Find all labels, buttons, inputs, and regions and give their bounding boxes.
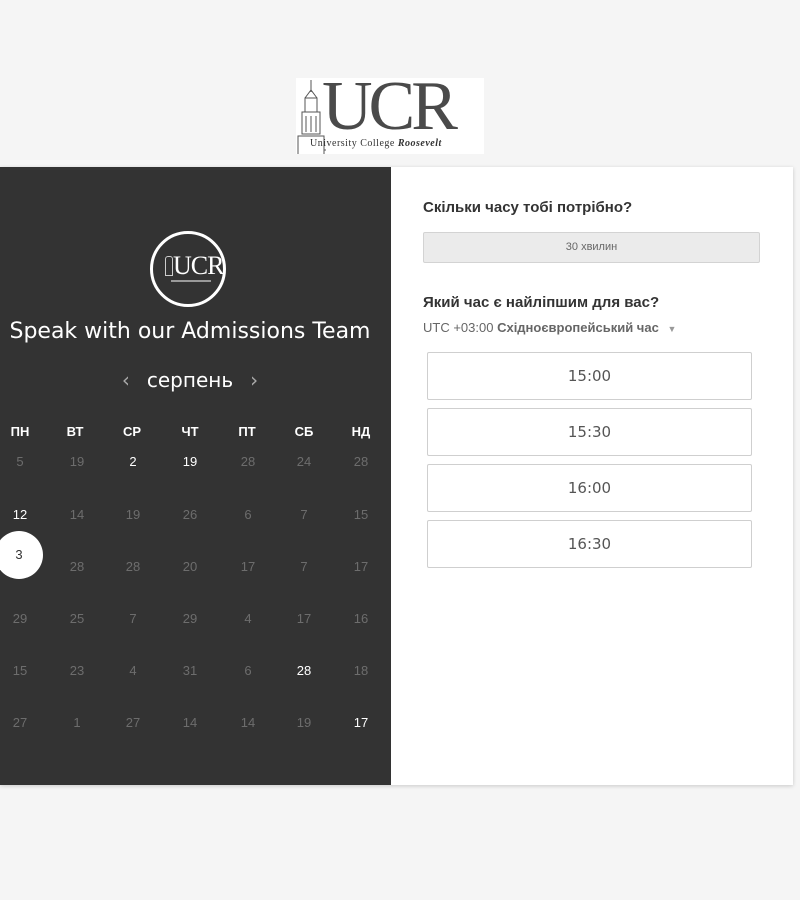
weekday-thu: ЧТ (181, 424, 199, 439)
calendar-grid: 5 19 2 19 28 24 28 12 14 19 26 6 7 15 3 … (0, 447, 391, 767)
calendar-day: 17 (296, 611, 312, 626)
weekday-sat: СБ (294, 424, 314, 439)
calendar-day: 6 (244, 663, 252, 678)
chevron-right-icon[interactable]: › (243, 370, 265, 390)
calendar-day: 18 (353, 663, 369, 678)
page-title: Speak with our Admissions Team (9, 319, 371, 344)
calendar-day: 14 (69, 507, 85, 522)
calendar-day-selected[interactable]: 3 (0, 531, 43, 579)
calendar-day: 25 (69, 611, 85, 626)
logo-subtitle: University College Roosevelt (310, 138, 442, 149)
timezone-selector[interactable]: UTC +03:00 Східноєвропейський час ▼ (423, 320, 676, 335)
calendar-day: 29 (182, 611, 198, 626)
calendar-day: 4 (244, 611, 252, 626)
time-question: Який час є найліпшим для вас? (423, 294, 660, 311)
calendar-day: 5 (16, 454, 24, 469)
calendar-day: 24 (296, 454, 312, 469)
timezone-offset: UTC +03:00 (423, 320, 494, 335)
time-slot-button[interactable]: 15:00 (427, 352, 752, 400)
scheduler-card: UCR Speak with our Admissions Team ‹ сер… (0, 167, 793, 785)
calendar-day: 28 (125, 559, 141, 574)
duration-option[interactable]: 30 хвилин (423, 232, 760, 263)
calendar-day: 7 (129, 611, 137, 626)
month-navigation: ‹ серпень › (110, 367, 270, 393)
calendar-day: 4 (129, 663, 137, 678)
calendar-day: 7 (300, 507, 308, 522)
weekday-mon: ПН (10, 424, 30, 439)
logo-subtitle-italic: Roosevelt (397, 138, 442, 149)
time-slot-button[interactable]: 15:30 (427, 408, 752, 456)
calendar-day: 28 (353, 454, 369, 469)
calendar-day-available[interactable]: 28 (284, 658, 324, 684)
calendar-day: 26 (182, 507, 198, 522)
calendar-day: 29 (12, 611, 28, 626)
calendar-day: 14 (240, 715, 256, 730)
weekday-fri: ПТ (238, 424, 256, 439)
weekday-tue: ВТ (66, 424, 84, 439)
calendar-day: 14 (182, 715, 198, 730)
calendar-day: 27 (125, 715, 141, 730)
calendar-day-available[interactable]: 17 (341, 710, 381, 736)
calendar-day-available[interactable]: 2 (113, 449, 153, 475)
time-selection-panel: Скільки часу тобі потрібно? 30 хвилин Як… (391, 167, 793, 785)
month-label: серпень (146, 368, 234, 392)
logo-subtitle-regular: University College (310, 138, 398, 149)
circle-logo-underline (171, 280, 211, 282)
calendar-panel: UCR Speak with our Admissions Team ‹ сер… (0, 167, 391, 785)
ucr-logo: UCR University College Roosevelt (296, 72, 484, 154)
calendar-day: 1 (73, 715, 81, 730)
timezone-name: Східноєвропейський час (497, 320, 659, 335)
calendar-day: 19 (69, 454, 85, 469)
calendar-day: 31 (182, 663, 198, 678)
calendar-day-available[interactable]: 19 (170, 449, 210, 475)
calendar-day: 28 (69, 559, 85, 574)
calendar-day: 15 (353, 507, 369, 522)
calendar-day: 20 (182, 559, 198, 574)
circle-logo: UCR (150, 231, 226, 307)
weekday-header: ПН ВТ СР ЧТ ПТ СБ НД (0, 424, 391, 444)
calendar-day: 28 (240, 454, 256, 469)
calendar-day: 6 (244, 507, 252, 522)
weekday-wed: СР (122, 424, 142, 439)
calendar-day: 17 (353, 559, 369, 574)
chevron-left-icon[interactable]: ‹ (115, 370, 137, 390)
circle-logo-letters: UCR (173, 251, 224, 280)
calendar-day: 23 (69, 663, 85, 678)
calendar-day-available[interactable]: 12 (0, 502, 40, 528)
duration-question: Скільки часу тобі потрібно? (423, 199, 633, 216)
tower-icon (165, 256, 173, 276)
logo-letters: UCR (322, 68, 458, 145)
calendar-day: 27 (12, 715, 28, 730)
calendar-day: 15 (12, 663, 28, 678)
calendar-day: 16 (353, 611, 369, 626)
time-slot-button[interactable]: 16:30 (427, 520, 752, 568)
calendar-day: 19 (125, 507, 141, 522)
calendar-day: 19 (296, 715, 312, 730)
time-slot-button[interactable]: 16:00 (427, 464, 752, 512)
calendar-day: 17 (240, 559, 256, 574)
calendar-day: 7 (300, 559, 308, 574)
caret-down-icon: ▼ (667, 324, 677, 334)
weekday-sun: НД (351, 424, 371, 439)
